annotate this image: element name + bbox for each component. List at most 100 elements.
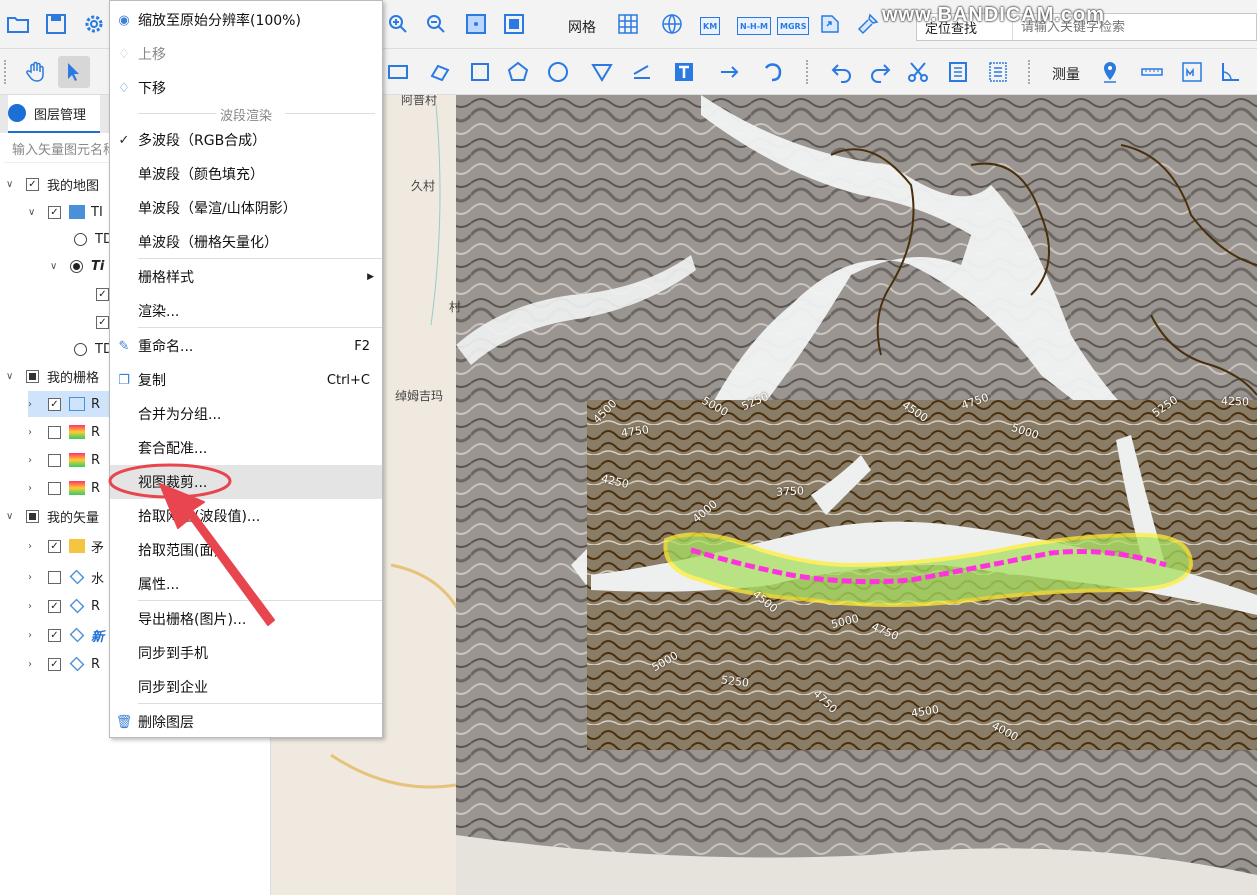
checkbox-icon[interactable]: ✓ xyxy=(48,657,61,671)
chevron-right-icon[interactable]: › xyxy=(28,659,38,670)
select-pointer-icon[interactable] xyxy=(58,56,90,88)
menu-item-export-raster[interactable]: 导出栅格(图片)... xyxy=(110,602,382,636)
draw-arrow-icon[interactable] xyxy=(714,56,746,88)
radio-icon[interactable] xyxy=(70,259,83,273)
grid-label[interactable]: 网格 xyxy=(568,17,596,37)
map-view[interactable]: 阿普村 久村 绰姆吉玛 村 4500 4750 5000 5250 4250 4000 37… xyxy=(271,95,1257,895)
menu-item-copy[interactable]: ❐ 复制 Ctrl+C xyxy=(110,363,382,397)
draw-square-icon[interactable] xyxy=(464,56,496,88)
menu-item-sync-enterprise[interactable]: 同步到企业 xyxy=(110,670,382,704)
checkbox-icon[interactable] xyxy=(48,481,61,495)
menu-item-delete-layer[interactable]: 🗑 删除图层 xyxy=(110,705,382,739)
toolbar-grip[interactable] xyxy=(1028,60,1032,84)
chevron-right-icon[interactable]: › xyxy=(28,572,38,583)
tree-row-vector-water[interactable]: › 水 xyxy=(28,564,104,590)
draw-polygon-icon[interactable] xyxy=(424,56,456,88)
checkbox-icon[interactable] xyxy=(48,570,61,584)
measure-label[interactable]: 测量 xyxy=(1052,64,1080,84)
checkbox-icon[interactable]: ✓ xyxy=(48,205,61,219)
undo-icon[interactable] xyxy=(826,56,858,88)
tab-layer-management[interactable]: 图层管理 xyxy=(8,95,101,133)
draw-sector-icon[interactable] xyxy=(586,56,618,88)
mgrs-grid-icon[interactable]: MGRS xyxy=(777,17,810,35)
nhm-grid-icon[interactable]: N-H-M xyxy=(737,17,771,35)
checkbox-icon[interactable]: ✓ xyxy=(26,177,39,191)
checkbox-icon[interactable]: ✓ xyxy=(96,315,109,329)
zoom-out-icon[interactable] xyxy=(420,8,452,40)
attribute-list-icon[interactable] xyxy=(942,56,974,88)
zoom-extent-icon[interactable] xyxy=(460,8,492,40)
attribute-table-icon[interactable] xyxy=(982,56,1014,88)
chevron-right-icon[interactable]: › xyxy=(28,483,38,494)
measure-distance-icon[interactable] xyxy=(1136,56,1168,88)
open-folder-icon[interactable] xyxy=(2,8,34,40)
menu-item-single-vectorize[interactable]: 单波段（栅格矢量化） xyxy=(110,225,382,259)
tree-row-raster-1[interactable]: › ✓ R xyxy=(28,391,110,417)
chevron-right-icon[interactable]: › xyxy=(28,427,38,438)
toolbar-grip[interactable] xyxy=(806,60,810,84)
chevron-right-icon[interactable]: › xyxy=(28,455,38,466)
pan-hand-icon[interactable] xyxy=(20,56,52,88)
scissors-icon[interactable] xyxy=(902,56,934,88)
measure-area-m2-icon[interactable] xyxy=(1176,56,1208,88)
tree-row-vector-r2[interactable]: › ✓ R xyxy=(28,651,100,677)
map-canvas[interactable] xyxy=(271,95,1257,895)
draw-circle-icon[interactable] xyxy=(542,56,574,88)
draw-pentagon-icon[interactable] xyxy=(502,56,534,88)
measure-area-icon[interactable] xyxy=(626,56,658,88)
tree-row-raster-4[interactable]: › R xyxy=(28,475,100,501)
text-tool-icon[interactable] xyxy=(668,56,700,88)
radio-icon[interactable] xyxy=(74,232,87,246)
tree-row-vector-new[interactable]: › ✓ 新 xyxy=(28,622,104,648)
menu-item-render[interactable]: 渲染... xyxy=(110,294,382,328)
chevron-right-icon[interactable]: › xyxy=(28,601,38,612)
grid-icon[interactable] xyxy=(612,8,644,40)
save-icon[interactable] xyxy=(40,8,72,40)
chevron-right-icon[interactable]: › xyxy=(28,541,38,552)
tree-row-td-1[interactable]: TD xyxy=(74,226,113,252)
draw-curve-icon[interactable] xyxy=(758,56,790,88)
checkbox-icon[interactable]: ✓ xyxy=(48,397,61,411)
redo-icon[interactable] xyxy=(864,56,896,88)
menu-item-move-up[interactable]: ♢ 上移 xyxy=(110,37,382,71)
checkbox-icon[interactable] xyxy=(26,509,39,523)
menu-item-properties[interactable]: 属性... xyxy=(110,567,382,601)
checkbox-icon[interactable]: ✓ xyxy=(48,539,61,553)
menu-item-zoom-native[interactable]: ◉ 缩放至原始分辨率(100%) xyxy=(110,3,382,37)
menu-item-sync-phone[interactable]: 同步到手机 xyxy=(110,636,382,670)
menu-item-multi-band[interactable]: ✓ 多波段（RGB合成） xyxy=(110,123,382,157)
full-extent-icon[interactable] xyxy=(498,8,530,40)
menu-item-raster-style[interactable]: 栅格样式 ▶ xyxy=(110,260,382,294)
export-icon[interactable] xyxy=(814,8,846,40)
checkbox-icon[interactable]: ✓ xyxy=(96,287,109,301)
menu-item-rename[interactable]: ✎ 重命名... F2 xyxy=(110,329,382,363)
km-grid-icon[interactable]: KM xyxy=(700,17,721,35)
tree-row-raster-2[interactable]: › R xyxy=(28,419,100,445)
radio-icon[interactable] xyxy=(74,342,87,356)
tree-row-raster-3[interactable]: › R xyxy=(28,447,100,473)
menu-item-view-clip[interactable]: 视图裁剪... xyxy=(110,465,382,499)
toolbar-grip[interactable] xyxy=(4,60,8,84)
checkbox-icon[interactable] xyxy=(26,369,39,383)
chevron-down-icon[interactable]: ∨ xyxy=(6,511,16,522)
draw-rectangle-icon[interactable] xyxy=(382,56,414,88)
tree-row-my-vectors[interactable]: ∨ 我的矢量 xyxy=(6,503,99,529)
clear-brush-icon[interactable] xyxy=(852,8,884,40)
chevron-right-icon[interactable]: › xyxy=(28,399,38,410)
tree-row-tianditu[interactable]: ∨ ✓ TI xyxy=(28,199,103,225)
globe-grid-icon[interactable] xyxy=(656,8,688,40)
chevron-down-icon[interactable]: ∨ xyxy=(28,207,38,218)
tree-row-td-2[interactable]: TD xyxy=(74,336,113,362)
tree-row-my-rasters[interactable]: ∨ 我的栅格 xyxy=(6,363,99,389)
menu-item-pick-range[interactable]: 拾取范围(面) xyxy=(110,533,382,567)
menu-item-overlay-register[interactable]: 套合配准... xyxy=(110,431,382,465)
chevron-right-icon[interactable]: › xyxy=(28,630,38,641)
checkbox-icon[interactable] xyxy=(48,425,61,439)
menu-item-single-hillshade[interactable]: 单波段（晕渲/山体阴影） xyxy=(110,191,382,225)
checkbox-icon[interactable]: ✓ xyxy=(48,628,61,642)
checkbox-icon[interactable]: ✓ xyxy=(48,599,61,613)
chevron-down-icon[interactable]: ∨ xyxy=(50,261,60,272)
chevron-down-icon[interactable]: ∨ xyxy=(6,371,16,382)
tree-row-ti[interactable]: ∨ Ti xyxy=(50,253,104,279)
tree-row-vector-r1[interactable]: › ✓ R xyxy=(28,593,100,619)
